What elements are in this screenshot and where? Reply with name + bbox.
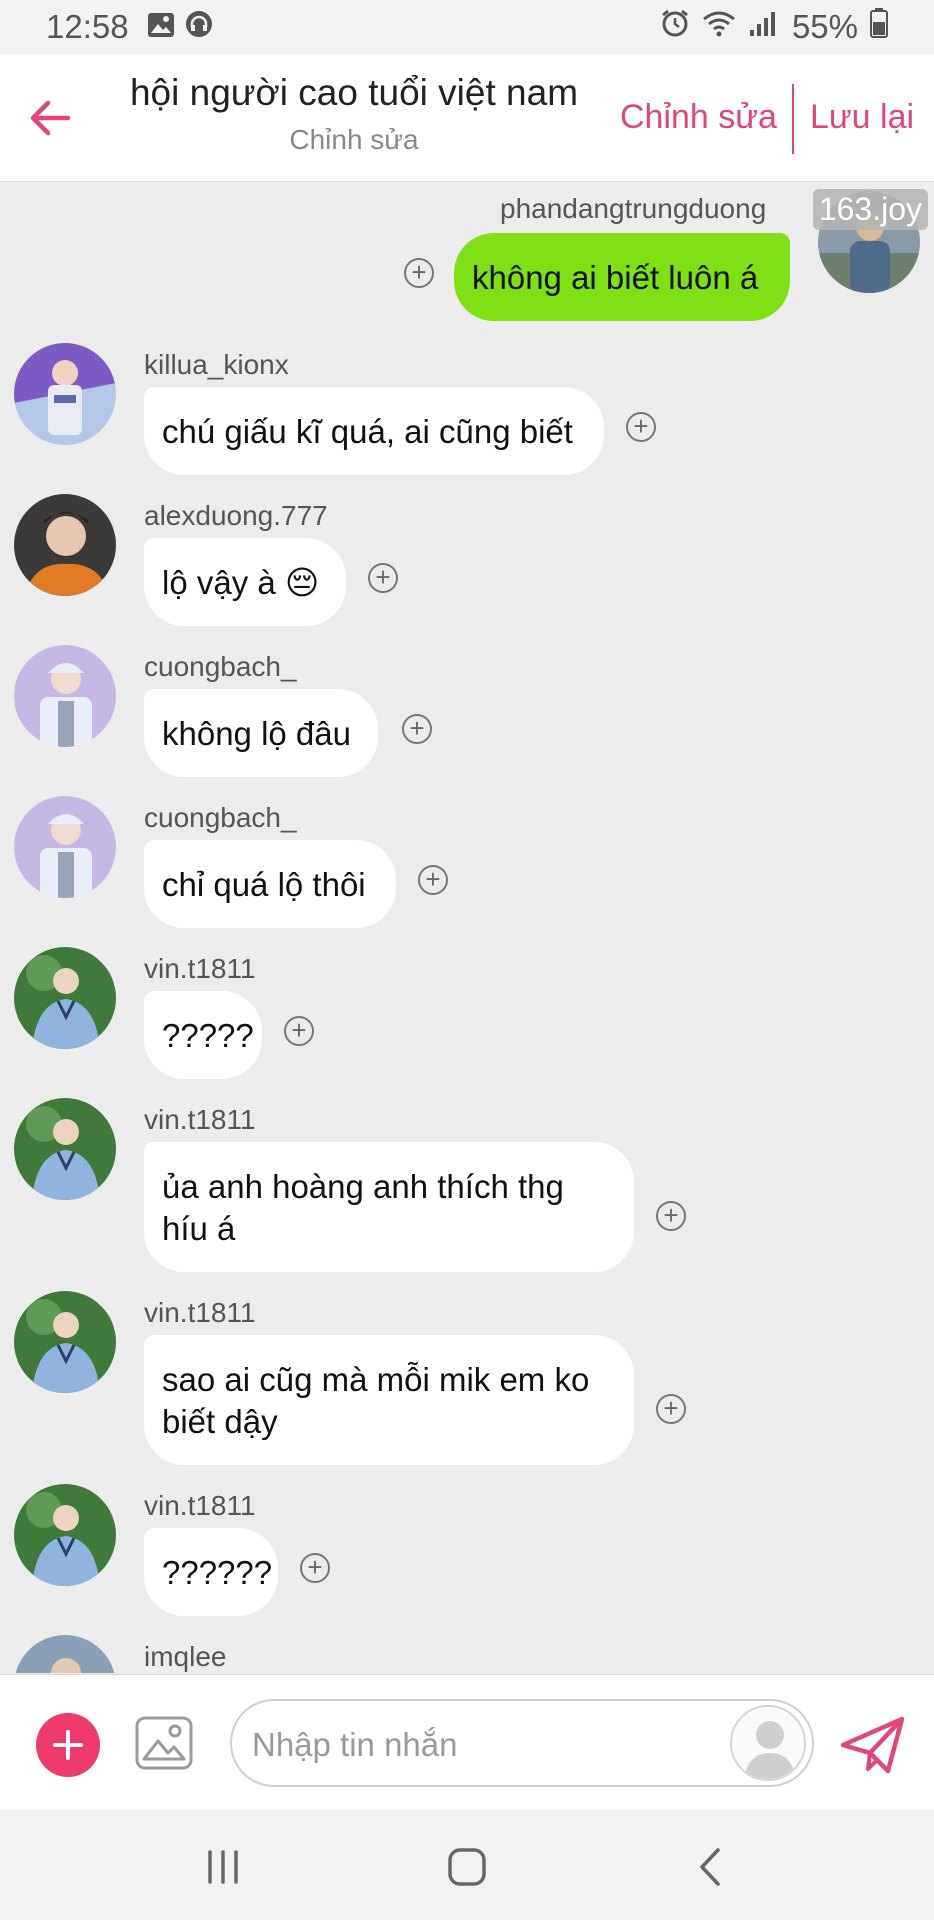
avatar[interactable] (14, 947, 116, 1049)
message-text-line: sao ai cũg mà mỗi mik em ko (162, 1361, 590, 1398)
status-right: 55% (660, 8, 888, 46)
message-username: alexduong.777 (144, 500, 328, 531)
send-button[interactable] (840, 1715, 906, 1775)
add-reaction-button[interactable]: + (418, 865, 448, 895)
edit-button[interactable]: Chỉnh sửa (620, 98, 777, 137)
battery-icon (870, 8, 888, 46)
message-text-line: biết dậy (162, 1403, 278, 1440)
header-divider (792, 84, 794, 154)
message-username: vin.t1811 (144, 1490, 256, 1521)
message-username: killua_kionx (144, 349, 289, 380)
message-bubble[interactable]: không ai biết luôn á (454, 233, 790, 321)
message-bubble[interactable]: lộ vậy à 😔 (144, 538, 346, 626)
plus-icon (53, 1730, 83, 1760)
signal-icon (748, 8, 776, 46)
send-icon (840, 1716, 905, 1774)
alarm-icon (660, 8, 690, 46)
avatar[interactable] (14, 494, 116, 596)
message-text: chỉ quá lộ thôi (162, 866, 366, 903)
image-button[interactable] (134, 1713, 194, 1773)
message-bubble[interactable]: chỉ quá lộ thôi (144, 840, 396, 928)
message-username: vin.t1811 (144, 1104, 256, 1135)
avatar[interactable] (14, 645, 116, 747)
home-icon (448, 1848, 486, 1886)
message-text: ????? (162, 1017, 254, 1054)
gallery-notification-icon (147, 8, 175, 46)
avatar[interactable] (14, 1291, 116, 1393)
chat-subtitle[interactable]: Chỉnh sửa (96, 124, 612, 156)
battery-percent: 55% (791, 8, 858, 45)
home-button[interactable] (442, 1842, 492, 1892)
title-block: hội người cao tuổi việt nam Chỉnh sửa (96, 72, 612, 156)
avatar[interactable] (14, 1484, 116, 1586)
message-bubble[interactable]: sao ai cũg mà mỗi mik em ko biết dậy (144, 1335, 634, 1465)
message-input[interactable] (252, 1721, 732, 1769)
message-username: imqlee (144, 1641, 227, 1672)
message-username: vin.t1811 (144, 1297, 256, 1328)
message-bubble[interactable]: ủa anh hoàng anh thích thg híu á (144, 1142, 634, 1272)
add-reaction-button[interactable]: + (656, 1394, 686, 1424)
back-chevron-icon (700, 1848, 720, 1886)
avatar[interactable] (14, 1635, 116, 1673)
message-text: chú giấu kĩ quá, ai cũng biết (162, 413, 573, 450)
add-reaction-button[interactable]: + (368, 563, 398, 593)
wifi-icon (702, 8, 736, 46)
composer-bar (0, 1674, 934, 1810)
add-reaction-button[interactable]: + (404, 258, 434, 288)
add-reaction-button[interactable]: + (284, 1016, 314, 1046)
recent-apps-icon (208, 1850, 238, 1884)
message-text: không ai biết luôn á (472, 259, 759, 296)
message-text: ?????? (162, 1554, 273, 1591)
add-attachment-button[interactable] (36, 1713, 100, 1777)
avatar[interactable] (14, 796, 116, 898)
message-text-line: ủa anh hoàng anh thích thg (162, 1168, 564, 1205)
back-nav-button[interactable] (686, 1842, 736, 1892)
add-reaction-button[interactable]: + (402, 714, 432, 744)
message-username: cuongbach_ (144, 651, 297, 682)
avatar[interactable] (14, 343, 116, 445)
profile-tag: 163.joy (812, 189, 928, 230)
avatar[interactable] (14, 1098, 116, 1200)
headphones-notification-icon (185, 8, 213, 46)
message-text-line: híu á (162, 1210, 236, 1247)
message-text: lộ vậy à 😔 (162, 564, 320, 601)
message-bubble[interactable]: không lộ đâu (144, 689, 378, 777)
message-bubble[interactable]: chú giấu kĩ quá, ai cũng biết (144, 387, 604, 475)
back-button[interactable] (24, 92, 76, 144)
recent-apps-button[interactable] (198, 1842, 248, 1892)
chat-header: hội người cao tuổi việt nam Chỉnh sửa Ch… (0, 54, 934, 182)
message-username: vin.t1811 (144, 953, 256, 984)
image-icon (135, 1716, 193, 1770)
message-list[interactable]: phandangtrungduong + không ai biết luôn … (0, 183, 934, 1673)
save-button[interactable]: Lưu lại (810, 98, 914, 137)
user-avatar-button[interactable] (730, 1705, 806, 1781)
status-time: 12:58 (46, 8, 129, 45)
message-bubble[interactable]: ????? (144, 991, 262, 1079)
message-text: không lộ đâu (162, 715, 351, 752)
message-username: phandangtrungduong (500, 193, 767, 224)
message-bubble[interactable]: ?????? (144, 1528, 278, 1616)
add-reaction-button[interactable]: + (626, 412, 656, 442)
message-username: cuongbach_ (144, 802, 297, 833)
back-arrow-icon (30, 100, 70, 136)
status-bar: 12:58 55% (0, 0, 934, 54)
add-reaction-button[interactable]: + (300, 1553, 330, 1583)
default-user-icon (744, 1721, 796, 1779)
system-nav-bar (0, 1810, 934, 1920)
add-reaction-button[interactable]: + (656, 1201, 686, 1231)
chat-title: hội người cao tuổi việt nam (129, 72, 579, 113)
message-input-wrap (230, 1699, 814, 1787)
